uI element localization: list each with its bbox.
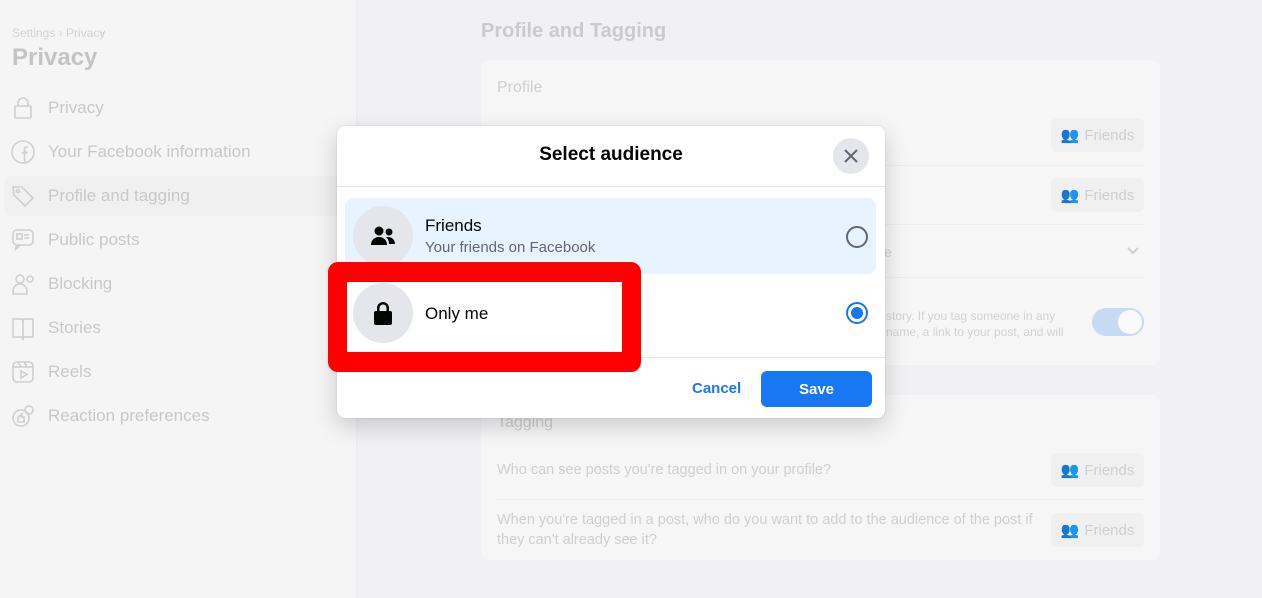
sidebar-item-reels[interactable]: Reels xyxy=(4,352,350,392)
option-description: Your friends on Facebook xyxy=(425,239,596,256)
radio-only-me[interactable] xyxy=(846,302,868,324)
sidebar: Settings › Privacy Privacy Privacy Your … xyxy=(0,0,357,598)
chevron-down-icon[interactable] xyxy=(1126,246,1140,256)
sidebar-item-reaction-preferences[interactable]: Reaction preferences xyxy=(4,396,350,436)
select-audience-dialog: Select audience Friends Your friends on … xyxy=(337,126,885,418)
lock-icon xyxy=(14,97,32,119)
radio-friends[interactable] xyxy=(846,226,868,248)
tagging-card: Tagging Who can see posts you're tagged … xyxy=(481,395,1160,560)
facebook-icon xyxy=(11,140,35,164)
reels-icon xyxy=(12,361,34,383)
sidebar-item-public-posts[interactable]: Public posts xyxy=(4,220,350,260)
sidebar-item-privacy[interactable]: Privacy xyxy=(4,88,350,128)
sidebar-item-facebook-info[interactable]: Your Facebook information xyxy=(4,132,350,172)
option-name: Friends xyxy=(425,216,482,235)
card-heading: Profile xyxy=(497,79,543,96)
tagging-toggle[interactable] xyxy=(1092,308,1144,336)
cancel-button[interactable]: Cancel xyxy=(692,380,741,397)
tag-icon xyxy=(12,186,35,208)
audience-button[interactable]: 👥 Friends xyxy=(1051,453,1144,487)
option-only-me[interactable]: Only me xyxy=(345,278,876,354)
divider xyxy=(337,357,885,358)
audience-button[interactable]: 👥 Friends xyxy=(1051,118,1144,152)
dialog-title: Select audience xyxy=(539,144,683,165)
option-friends[interactable]: Friends Your friends on Facebook xyxy=(345,198,876,274)
option-name: Only me xyxy=(425,304,489,323)
friends-icon: 👥 xyxy=(1060,522,1080,539)
friends-icon: 👥 xyxy=(1060,127,1080,144)
friends-icon: 👥 xyxy=(1060,187,1080,204)
audience-button[interactable]: 👥 Friends xyxy=(1051,513,1144,547)
book-icon xyxy=(12,318,34,341)
section-title: Profile and Tagging xyxy=(481,20,667,42)
row-text: story. If you tag someone in any xyxy=(886,309,1056,323)
divider xyxy=(497,499,1144,500)
friends-icon xyxy=(353,206,413,266)
close-button[interactable] xyxy=(833,138,869,174)
row-text: name, a link to your post, and will xyxy=(886,325,1064,339)
public-posts-icon xyxy=(12,229,34,251)
sidebar-item-stories[interactable]: Stories xyxy=(4,308,350,348)
close-icon xyxy=(844,149,858,163)
lock-icon xyxy=(353,283,413,343)
blocking-icon xyxy=(12,274,34,295)
sidebar-item-blocking[interactable]: Blocking xyxy=(4,264,350,304)
save-button[interactable]: Save xyxy=(761,371,872,407)
divider xyxy=(337,186,885,187)
sidebar-item-profile-tagging[interactable]: Profile and tagging xyxy=(4,176,350,216)
row-text: Who can see posts you're tagged in on yo… xyxy=(497,462,832,478)
reaction-icon xyxy=(12,405,34,427)
breadcrumb: Settings › Privacy xyxy=(12,26,106,40)
row-text: When you're tagged in a post, who do you… xyxy=(497,512,1033,548)
page-title: Privacy xyxy=(12,44,98,71)
audience-button[interactable]: 👥 Friends xyxy=(1051,178,1144,212)
friends-icon: 👥 xyxy=(1060,462,1080,479)
